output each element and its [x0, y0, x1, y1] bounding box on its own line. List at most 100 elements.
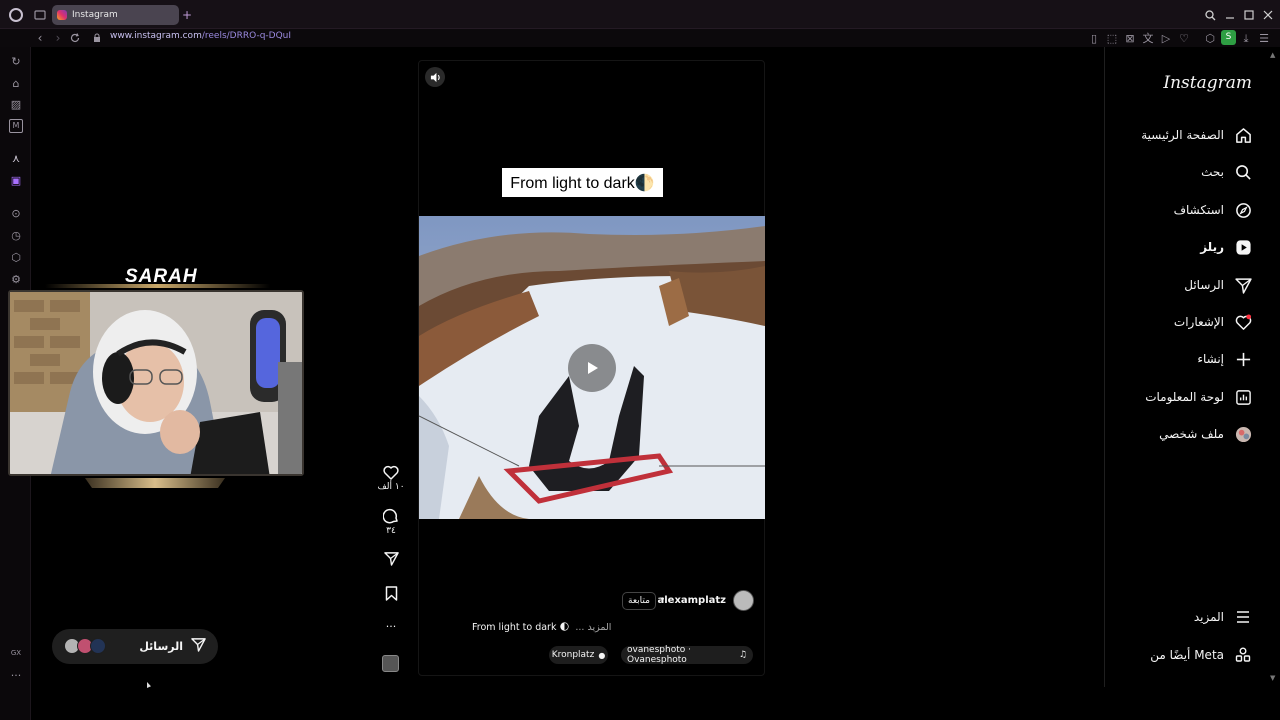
close-window-button[interactable] [1261, 8, 1275, 22]
follow-button[interactable]: متابعة [622, 592, 656, 610]
sidebar-refresh-icon[interactable]: ↻ [9, 54, 23, 68]
audio-tag[interactable]: ovanesphoto · Ovanesphoto ♫ [621, 645, 753, 665]
audio-text: ovanesphoto · Ovanesphoto [627, 645, 691, 665]
back-icon[interactable]: ‹ [34, 31, 46, 45]
favorites-heart-icon[interactable]: ♡ [1178, 32, 1190, 44]
adblock-icon[interactable]: ⊠ [1124, 32, 1136, 44]
nav-item-search[interactable]: بحث [1201, 163, 1252, 181]
workspace-icon[interactable] [33, 8, 47, 22]
nav-item-label: الصفحة الرئيسية [1141, 128, 1224, 142]
save-button[interactable] [376, 586, 406, 601]
nav-item-reels[interactable]: ريلز [1200, 238, 1252, 256]
play-icon [588, 362, 598, 374]
nav-item-plus[interactable]: إنشاء [1197, 350, 1252, 368]
sidebar-bag-icon[interactable]: ⌂ [9, 76, 23, 90]
location-tag[interactable]: Kronplatz ● [549, 646, 608, 664]
opera-logo-icon[interactable] [9, 8, 23, 22]
nav-more[interactable]: المزيد [1194, 608, 1252, 626]
browser-tab-bar: Instagram + [0, 0, 1280, 29]
sidebar-aria-icon[interactable]: ⋏ [9, 151, 23, 165]
nav-item-heart[interactable]: الإشعارات [1174, 313, 1252, 331]
nav-also-from-meta[interactable]: أيضًا من Meta [1150, 646, 1252, 664]
send-icon [191, 637, 206, 656]
scroll-up-icon[interactable]: ▲ [1270, 51, 1278, 59]
nav-item-label: استكشاف [1173, 203, 1224, 217]
sidebar-player-icon[interactable]: ⊙ [9, 206, 23, 220]
page-scrollbar[interactable]: ▲ ▼ [1270, 47, 1278, 687]
nav-item-label: الإشعارات [1173, 315, 1224, 329]
snapshot-icon[interactable]: ⬚ [1106, 32, 1118, 44]
share-button[interactable] [376, 551, 406, 566]
compass-icon [1234, 201, 1252, 219]
heart-icon [383, 465, 399, 480]
extensions-icon[interactable]: ⬡ [1204, 32, 1216, 44]
sidebar-history-icon[interactable]: ◷ [9, 228, 23, 242]
player-icon[interactable]: ▷ [1160, 32, 1172, 44]
messages-pill[interactable]: الرسائل [52, 629, 218, 664]
comment-button[interactable]: ٣٤ [376, 508, 406, 536]
download-icon[interactable]: ⤓ [1240, 32, 1252, 44]
search-icon [1234, 163, 1252, 181]
sidebar-more-icon[interactable]: ··· [7, 669, 25, 681]
minimize-button[interactable] [1223, 8, 1237, 22]
reel-more-button[interactable]: ··· [376, 620, 406, 633]
nav-more-label: المزيد [1193, 610, 1224, 624]
nav-item-label: الرسائل [1184, 278, 1224, 292]
dashboard-icon [1234, 388, 1252, 406]
sidebar-twitch-icon[interactable]: ▣ [9, 173, 23, 187]
sidebar-gx-label[interactable]: GX [7, 647, 25, 659]
tab-title: Instagram [72, 10, 118, 20]
nav-item-label: ريلز [1200, 240, 1224, 254]
reel-video[interactable] [419, 216, 765, 519]
tab-instagram[interactable]: Instagram [52, 5, 179, 25]
nav-item-home[interactable]: الصفحة الرئيسية [1141, 126, 1252, 144]
nav-item-messages[interactable]: الرسائل [1184, 276, 1252, 294]
description-text: From light to dark 🌓 [472, 622, 570, 633]
avatar-icon [1234, 425, 1252, 443]
like-count: ١٠ ألف [377, 482, 405, 492]
author-username[interactable]: alexamplatz [657, 595, 726, 606]
new-tab-button[interactable]: + [181, 8, 193, 22]
search-tabs-icon[interactable] [1203, 8, 1217, 22]
sidebar-m-icon[interactable]: M [9, 119, 23, 133]
mute-button[interactable] [425, 67, 445, 87]
forward-icon[interactable]: › [52, 31, 64, 45]
comment-count: ٣٤ [386, 526, 396, 536]
plus-icon [1234, 350, 1252, 368]
maximize-button[interactable] [1242, 8, 1256, 22]
nav-item-avatar[interactable]: ملف شخصي [1159, 425, 1252, 443]
bookmark-icon [385, 586, 397, 601]
nav-item-compass[interactable]: استكشاف [1174, 201, 1252, 219]
audio-thumbnail[interactable] [382, 655, 399, 672]
lock-icon [92, 32, 102, 44]
scroll-down-icon[interactable]: ▼ [1270, 674, 1278, 682]
share-icon [383, 552, 399, 566]
messages-icon [1234, 276, 1252, 294]
nav-item-label: بحث [1201, 165, 1224, 179]
nav-item-label: ملف شخصي [1159, 427, 1224, 441]
more-link[interactable]: ... المزيد [575, 622, 611, 633]
easy-setup-icon[interactable]: ☰ [1258, 32, 1270, 44]
address-bar: ‹ › www.instagram.com/reels/DRRO-q-DQuI … [0, 29, 1280, 47]
author-avatar[interactable] [733, 590, 754, 611]
like-button[interactable]: ١٠ ألف [376, 465, 406, 492]
play-button[interactable] [568, 344, 616, 392]
reload-icon[interactable] [69, 31, 81, 45]
comment-icon [383, 508, 398, 524]
menu-icon [1234, 608, 1252, 626]
overlay-top-bar [45, 284, 270, 288]
url-field[interactable]: www.instagram.com/reels/DRRO-q-DQuI [110, 31, 291, 41]
webcam-feed [8, 290, 304, 476]
meta-apps-icon [1234, 646, 1252, 664]
reels-icon [1234, 238, 1252, 256]
location-text: Kronplatz [551, 650, 595, 660]
bookmark-page-icon[interactable]: ▯ [1089, 32, 1099, 44]
translate-icon[interactable]: 文 [1142, 32, 1154, 44]
caption-overlay: From light to dark🌓 [502, 168, 663, 197]
sidebar-image-icon[interactable]: ▨ [9, 97, 23, 111]
location-pin-icon: ● [598, 650, 606, 660]
nav-item-dashboard[interactable]: لوحة المعلومات [1145, 388, 1252, 406]
home-icon [1234, 126, 1252, 144]
profile-badge[interactable]: S [1221, 30, 1236, 45]
instagram-logo[interactable]: Instagram [1163, 73, 1252, 93]
